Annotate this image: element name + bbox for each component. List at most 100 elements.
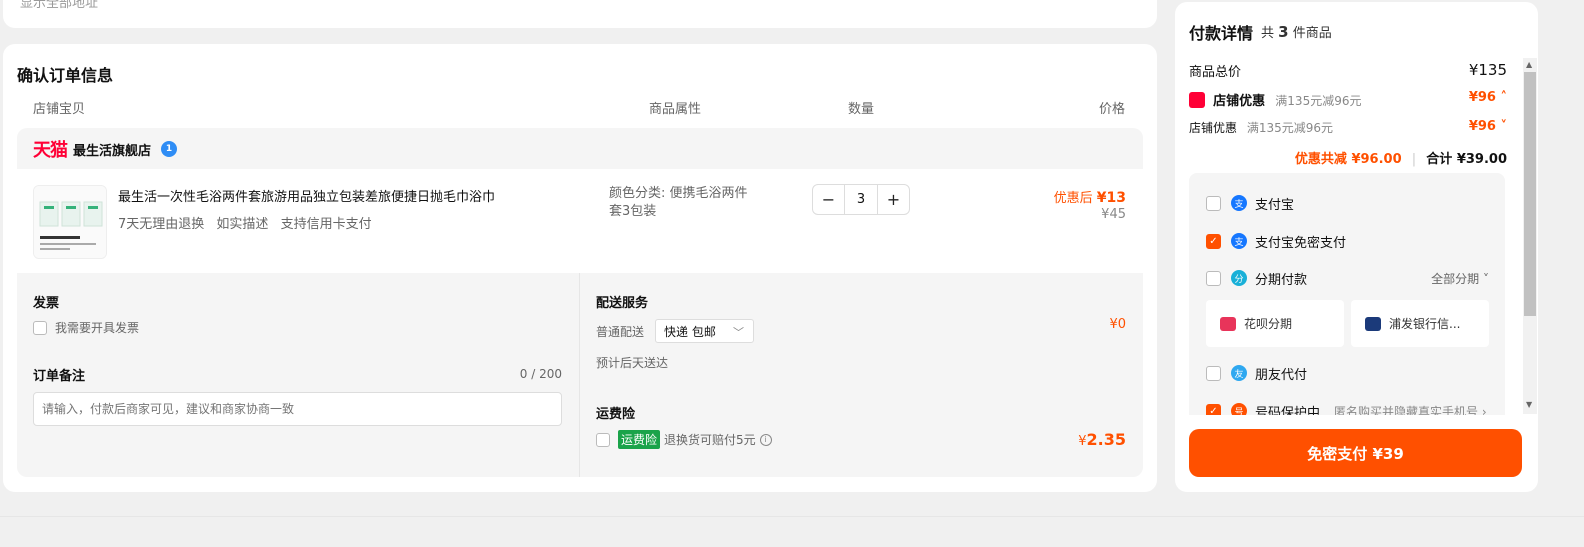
info-icon[interactable]: i xyxy=(759,433,772,446)
product-thumbnail[interactable] xyxy=(33,185,107,259)
spdb-installment-option[interactable]: 浦发银行信... xyxy=(1351,300,1489,347)
insurance-text: 退换货可赔付5元 xyxy=(664,433,756,447)
spdb-bank-icon xyxy=(1365,316,1381,331)
payment-methods: 支 支付宝 ✓ 支 支付宝免密支付 分 分期付款 全部分期 ˅ 花呗分期 浦发银… xyxy=(1189,173,1505,415)
friend-checkbox[interactable] xyxy=(1206,365,1221,381)
order-section-title: 确认订单信息 xyxy=(17,66,114,85)
method-installment[interactable]: 分 分期付款 xyxy=(1206,268,1307,288)
shop-discount-rule: 满135元减96元 xyxy=(1275,94,1362,108)
shop-discount-label: 店铺优惠 xyxy=(1213,94,1266,109)
scroll-down-icon[interactable]: ▼ xyxy=(1526,400,1532,409)
summary-row: 优惠共减 ¥96.00 | 合计 ¥39.00 xyxy=(1189,148,1507,167)
store-header[interactable]: 天猫 最生活旗舰店 1 xyxy=(33,138,178,161)
store-group: 天猫 最生活旗舰店 1 最生活一次性毛浴两件套旅游用品独立包装差旅便捷日抛毛巾浴… xyxy=(17,128,1143,477)
item-count-prefix: 共 xyxy=(1261,26,1275,41)
invoice-checkbox[interactable] xyxy=(33,320,47,335)
insurance-fee-symbol: ¥ xyxy=(1078,434,1087,449)
quantity-input[interactable]: 3 xyxy=(844,185,878,214)
summary-divider: | xyxy=(1411,152,1417,167)
shipping-pane: 配送服务 普通配送 快递 包邮 ﹀ ¥0 预计后天送达 运费险 运费险 退换货可… xyxy=(579,273,1143,477)
shop-icon xyxy=(1189,92,1205,108)
alipay-nopwd-checkbox[interactable]: ✓ xyxy=(1206,233,1221,249)
huabei-installment-option[interactable]: 花呗分期 xyxy=(1206,300,1344,347)
total-amount: ¥135 xyxy=(1468,61,1507,79)
show-all-address-link[interactable]: 显示全部地址 ˅ xyxy=(20,0,109,11)
product-title[interactable]: 最生活一次性毛浴两件套旅游用品独立包装差旅便捷日抛毛巾浴巾 xyxy=(118,186,495,205)
service-tag: 如实描述 xyxy=(216,217,269,232)
discounted-price-value: ¥13 xyxy=(1096,190,1126,206)
shop-discount-row-2[interactable]: 店铺优惠 满135元减96元 ¥96 ˅ xyxy=(1189,119,1507,136)
method-alipay[interactable]: 支 支付宝 xyxy=(1206,193,1294,213)
service-tag: 7天无理由退换 xyxy=(118,217,205,232)
store-chat-icon[interactable]: 1 xyxy=(161,141,178,157)
alipay-icon: 支 xyxy=(1231,195,1247,211)
order-card: 确认订单信息 店铺宝贝 商品属性 数量 价格 天猫 最生活旗舰店 1 最生活一次… xyxy=(3,44,1157,492)
sum-amount: 合计 ¥39.00 xyxy=(1426,152,1507,167)
insurance-fee: ¥2.35 xyxy=(1078,430,1126,449)
col-attributes: 商品属性 xyxy=(649,102,702,117)
invoice-option[interactable]: 我需要开具发票 xyxy=(33,319,139,336)
privacy-label: 号码保护中 xyxy=(1255,405,1321,416)
item-count-suffix: 件商品 xyxy=(1292,26,1332,41)
shipping-eta: 预计后天送达 xyxy=(596,356,669,370)
shop-discount2-rule: 满135元减96元 xyxy=(1246,121,1334,135)
payment-scrollbar[interactable]: ▲ ▼ xyxy=(1523,58,1537,414)
scroll-thumb[interactable] xyxy=(1524,72,1536,316)
spdb-label: 浦发银行信... xyxy=(1389,317,1461,331)
product-service-tags: 7天无理由退换 如实描述 支持信用卡支付 xyxy=(118,213,380,232)
memo-title: 订单备注 xyxy=(33,369,86,384)
privacy-icon: 号 xyxy=(1231,403,1247,415)
insurance-tag: 运费险 xyxy=(618,430,661,449)
quantity-plus-button[interactable]: + xyxy=(878,185,909,214)
installment-all-dropdown[interactable]: 全部分期 ˅ xyxy=(1431,270,1489,287)
installment-checkbox[interactable] xyxy=(1206,270,1221,286)
page-divider xyxy=(0,516,1584,517)
method-friend[interactable]: 友 朋友代付 xyxy=(1206,363,1307,383)
payment-scroll-area[interactable]: 商品总价 ¥135 店铺优惠 满135元减96元 ¥96 ˄ 店铺优惠 满135… xyxy=(1175,57,1538,415)
invoice-option-label: 我需要开具发票 xyxy=(55,321,140,335)
scroll-up-icon[interactable]: ▲ xyxy=(1526,60,1532,69)
method-privacy[interactable]: ✓ 号 号码保护中 匿名购买并隐藏真实手机号 › xyxy=(1206,401,1487,415)
alipay-checkbox[interactable] xyxy=(1206,195,1221,211)
alipay-nopwd-label: 支付宝免密支付 xyxy=(1255,235,1347,251)
total-row: 商品总价 ¥135 xyxy=(1189,61,1507,80)
discounted-price: 优惠后 ¥13 xyxy=(1054,187,1126,206)
product-image-icon xyxy=(34,186,106,258)
memo-char-count: 0 / 200 xyxy=(519,367,562,381)
address-card: 显示全部地址 ˅ xyxy=(3,0,1157,28)
item-row: 最生活一次性毛浴两件套旅游用品独立包装差旅便捷日抛毛巾浴巾 7天无理由退换 如实… xyxy=(17,169,1143,273)
shipping-select[interactable]: 快递 包邮 ﹀ xyxy=(655,319,754,343)
shipping-select-value: 快递 包邮 xyxy=(664,325,716,339)
col-store-item: 店铺宝贝 xyxy=(33,102,86,117)
col-quantity: 数量 xyxy=(848,102,875,117)
total-label: 商品总价 xyxy=(1189,65,1242,80)
quantity-minus-button[interactable]: − xyxy=(813,185,844,214)
col-price: 价格 xyxy=(1099,102,1126,117)
insurance-checkbox[interactable] xyxy=(596,432,610,447)
privacy-checkbox[interactable]: ✓ xyxy=(1206,403,1221,415)
installment-icon: 分 xyxy=(1231,270,1247,286)
shipping-title: 配送服务 xyxy=(596,296,649,311)
payment-title: 付款详情 xyxy=(1189,24,1254,43)
shipping-fee: ¥0 xyxy=(1109,317,1126,332)
privacy-desc: 匿名购买并隐藏真实手机号 › xyxy=(1334,404,1487,416)
friend-label: 朋友代付 xyxy=(1255,367,1308,383)
item-count: 共 3 件商品 xyxy=(1261,22,1332,41)
store-name[interactable]: 最生活旗舰店 xyxy=(73,140,151,159)
method-alipay-nopwd[interactable]: ✓ 支 支付宝免密支付 xyxy=(1206,231,1346,251)
alipay-icon: 支 xyxy=(1231,233,1247,249)
shop-discount-row[interactable]: 店铺优惠 满135元减96元 ¥96 ˄ xyxy=(1189,90,1507,109)
saved-amount: 优惠共减 ¥96.00 xyxy=(1294,152,1402,167)
insurance-option[interactable]: 运费险 退换货可赔付5元 i xyxy=(596,430,772,449)
memo-input[interactable] xyxy=(33,392,562,426)
product-attribute: 颜色分类: 便携毛浴两件套3包装 xyxy=(609,186,748,219)
installment-label: 分期付款 xyxy=(1255,272,1308,288)
item-count-value: 3 xyxy=(1278,23,1289,41)
invoice-memo-pane: 发票 我需要开具发票 订单备注 0 / 200 xyxy=(17,273,579,477)
insurance-fee-value: 2.35 xyxy=(1086,430,1126,449)
insurance-title: 运费险 xyxy=(596,407,636,422)
shop-discount2-amount: ¥96 ˅ xyxy=(1468,119,1507,134)
huabei-icon xyxy=(1220,316,1236,331)
pay-button[interactable]: 免密支付 ¥39 xyxy=(1189,429,1522,477)
service-tag: 支持信用卡支付 xyxy=(280,217,372,232)
